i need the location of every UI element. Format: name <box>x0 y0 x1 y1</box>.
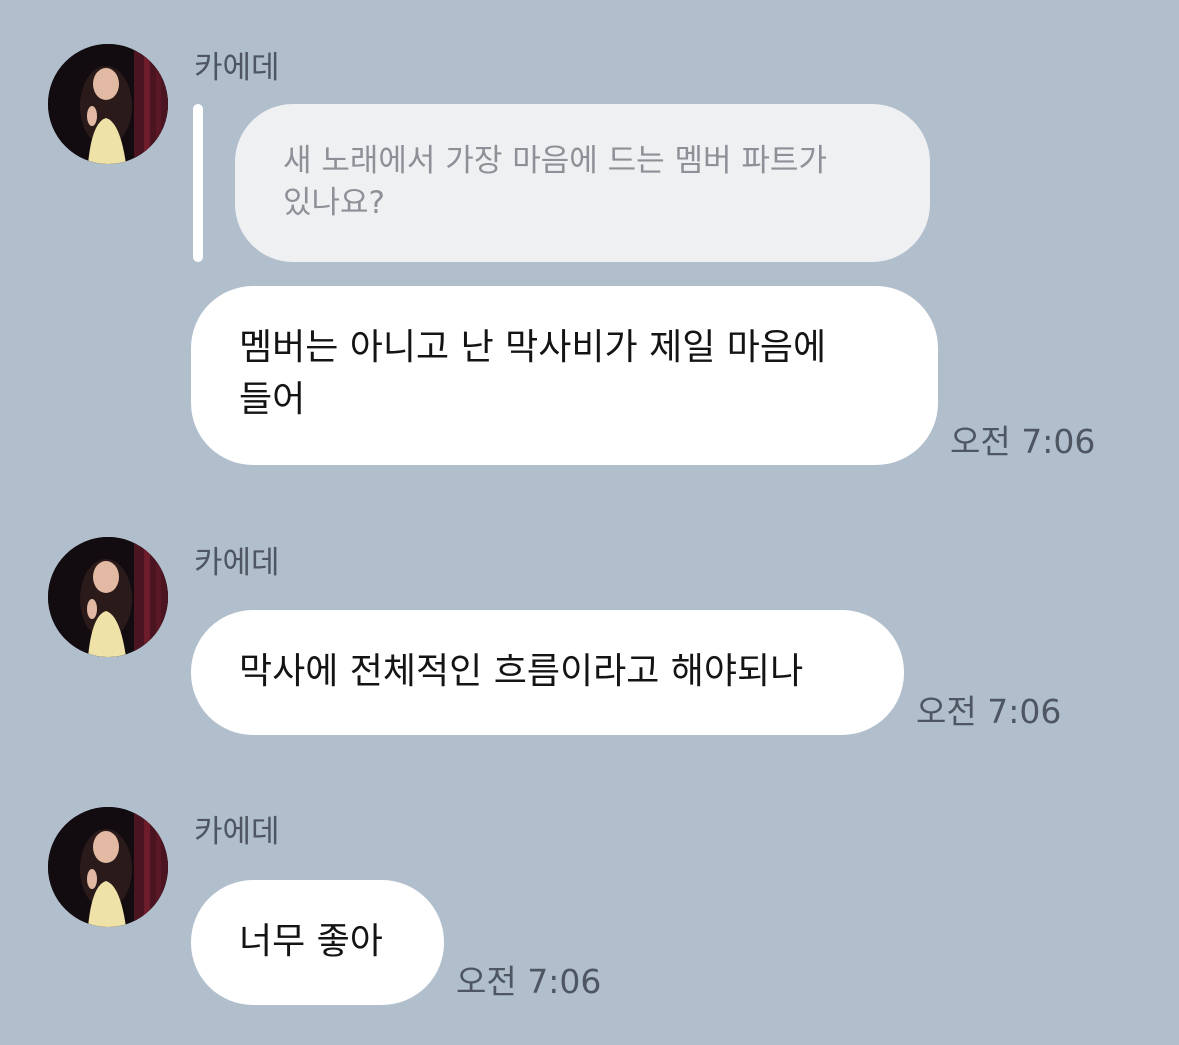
sender-name: 카에데 <box>194 814 280 850</box>
message-line: 너무 좋아 <box>239 921 383 962</box>
avatar[interactable] <box>48 807 168 927</box>
message-group: 카에데 너무 좋아 오전 7:06 <box>0 0 1179 1010</box>
message-timestamp: 오전 7:06 <box>456 962 602 1001</box>
profile-photo <box>48 807 168 927</box>
message-bubble[interactable]: 너무 좋아 <box>191 880 444 1005</box>
